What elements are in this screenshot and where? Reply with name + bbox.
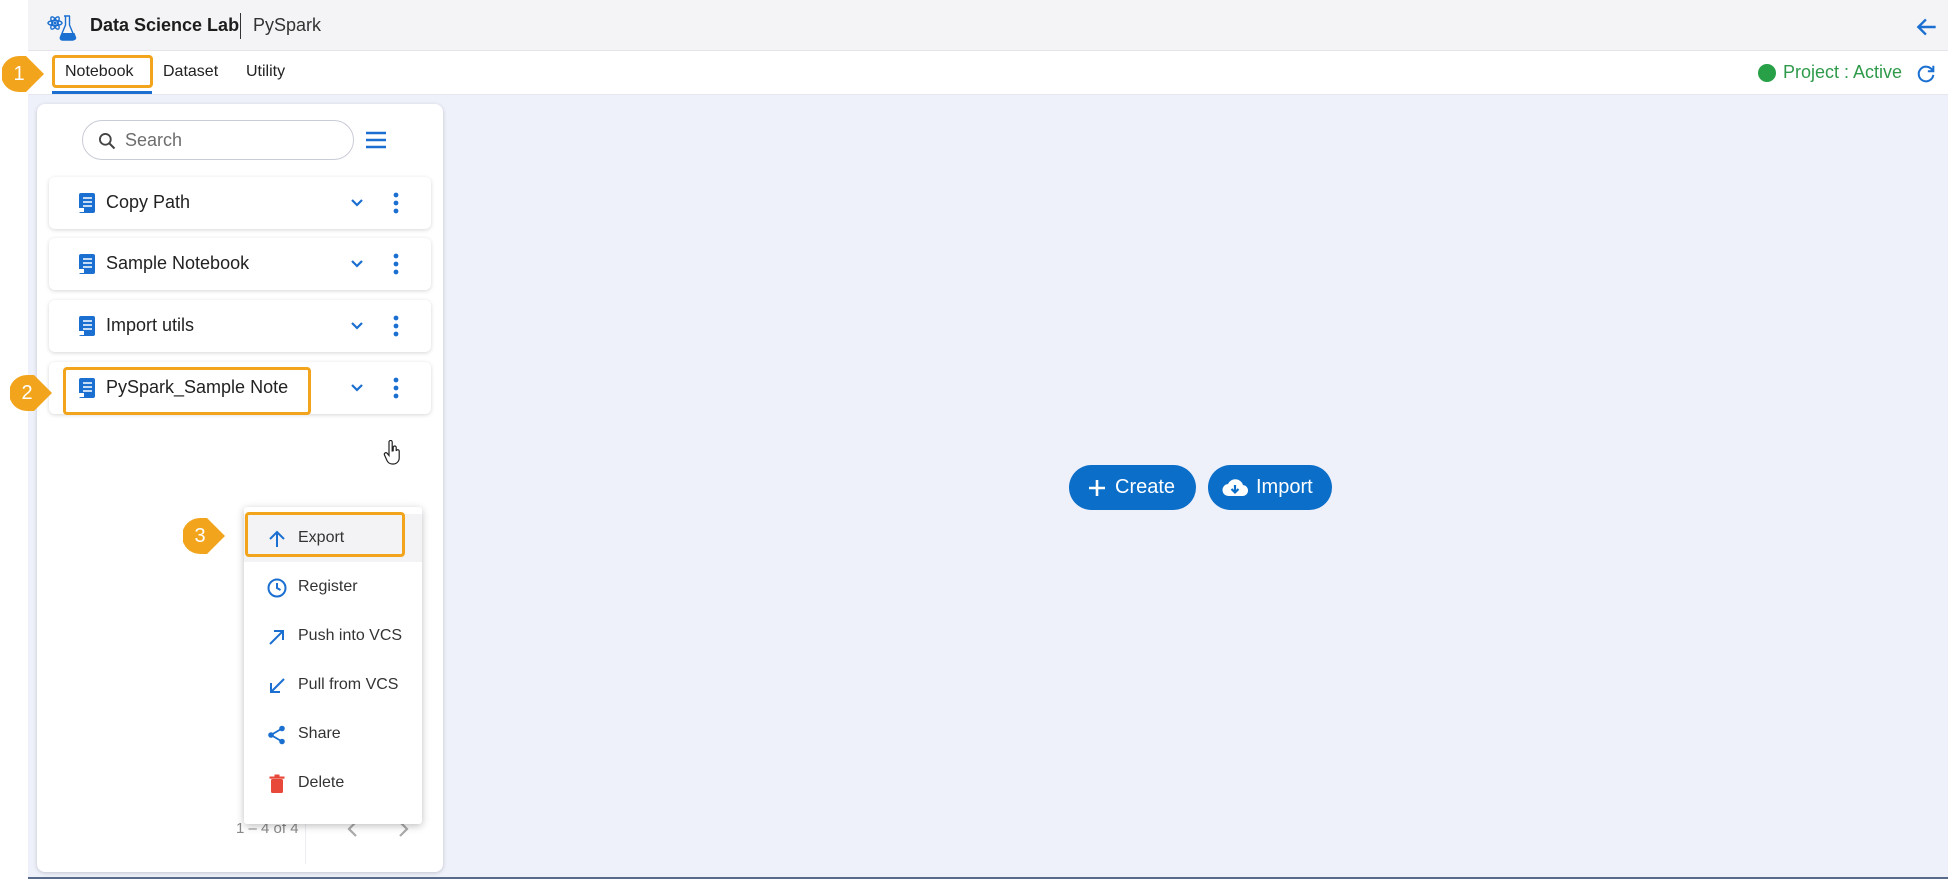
step-badge-1: 1 [1, 54, 46, 94]
notebook-file-icon [77, 254, 95, 274]
menu-item-delete[interactable]: Delete [244, 759, 422, 807]
menu-item-label: Pull from VCS [298, 676, 399, 693]
notebook-file-icon [77, 316, 95, 336]
project-status: Project : Active [1758, 62, 1902, 83]
menu-item-push-into-vcs[interactable]: Push into VCS [244, 612, 422, 660]
arrow-down-left-icon [270, 678, 285, 693]
app-title: Data Science Lab [90, 15, 240, 35]
step-badge-3: 3 [182, 516, 227, 556]
menu-item-label: Register [298, 578, 358, 595]
back-arrow-icon[interactable] [1914, 14, 1940, 40]
notebook-name[interactable]: PySpark_Sample Note [106, 377, 288, 398]
notebook-item[interactable]: Copy Path [49, 177, 431, 229]
search-icon [99, 133, 116, 150]
arrow-up-icon [269, 530, 285, 547]
step-number: 2 [21, 381, 33, 404]
trash-icon [269, 774, 285, 793]
create-button[interactable]: Create [1069, 465, 1196, 510]
menu-item-label: Share [298, 725, 341, 742]
refresh-icon[interactable] [1915, 63, 1937, 85]
step-badge-2: 2 [9, 373, 54, 413]
chevron-down-icon[interactable] [349, 380, 365, 396]
step-number: 1 [13, 62, 25, 85]
notebook-file-icon [77, 378, 95, 398]
notebook-name[interactable]: Copy Path [106, 192, 190, 213]
notebook-list-panel: Copy Path Sample Notebook Import utils P… [37, 104, 443, 872]
tab-dataset[interactable]: Dataset [163, 63, 218, 81]
chevron-down-icon[interactable] [349, 256, 365, 272]
share-icon [268, 725, 285, 745]
create-button-label: Create [1115, 476, 1176, 498]
cloud-download-icon [1222, 478, 1248, 496]
app-window: Data Science Lab PySpark Notebook Datase… [28, 0, 1948, 879]
chevron-down-icon[interactable] [349, 318, 365, 334]
status-dot-icon [1758, 63, 1776, 82]
page-subtitle: PySpark [253, 15, 322, 35]
notebook-item[interactable]: Import utils [49, 300, 431, 352]
notebook-item[interactable]: PySpark_Sample Note [49, 362, 431, 414]
more-options-icon[interactable] [393, 377, 399, 399]
tab-bar: Notebook Dataset Utility Project : Activ… [28, 51, 1948, 95]
hand-cursor-icon [383, 440, 400, 465]
notebook-file-icon [77, 193, 95, 213]
more-options-icon[interactable] [393, 253, 399, 275]
menu-item-label: Export [298, 529, 345, 546]
menu-item-export[interactable]: Export [244, 514, 422, 562]
notebook-item[interactable]: Sample Notebook [49, 238, 431, 290]
top-bar: Data Science Lab PySpark [28, 0, 1948, 51]
clock-icon [267, 578, 287, 598]
notebook-name[interactable]: Sample Notebook [106, 253, 249, 274]
active-tab-indicator [52, 91, 152, 94]
tab-notebook[interactable]: Notebook [65, 63, 134, 81]
notebook-context-menu: Export Register Push into VCS Pull from … [244, 507, 422, 824]
chevron-down-icon[interactable] [349, 195, 365, 211]
menu-item-share[interactable]: Share [244, 710, 422, 758]
search-box [82, 120, 354, 160]
menu-item-pull-from-vcs[interactable]: Pull from VCS [244, 661, 422, 709]
arrow-up-right-icon [269, 630, 284, 645]
tab-utility[interactable]: Utility [246, 63, 285, 81]
import-button[interactable]: Import [1208, 465, 1332, 510]
more-options-icon[interactable] [393, 192, 399, 214]
menu-item-label: Push into VCS [298, 627, 403, 644]
search-input[interactable] [125, 129, 345, 151]
science-lab-logo-icon [47, 15, 77, 41]
plus-icon [1089, 479, 1105, 496]
menu-item-label: Delete [298, 774, 345, 791]
import-button-label: Import [1256, 476, 1313, 498]
more-options-icon[interactable] [393, 315, 399, 337]
step-number: 3 [194, 524, 206, 547]
project-status-text: Project : Active [1783, 62, 1903, 82]
list-menu-icon[interactable] [364, 129, 388, 151]
title-divider [240, 13, 241, 39]
menu-item-register[interactable]: Register [244, 563, 422, 611]
notebook-name[interactable]: Import utils [106, 315, 194, 336]
